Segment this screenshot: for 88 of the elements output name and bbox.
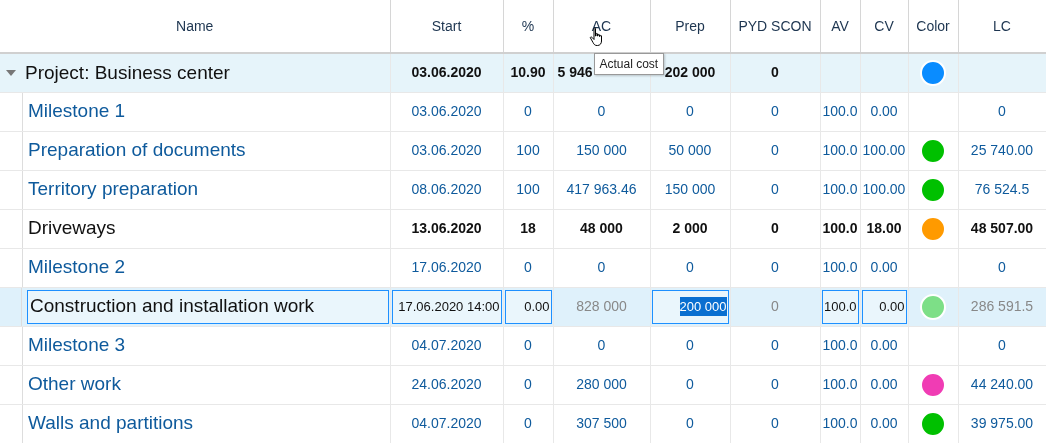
- cell-value: 0.00: [870, 103, 898, 119]
- cell-value: 0: [771, 298, 779, 314]
- cell-value: 0: [686, 337, 694, 353]
- collapse-icon[interactable]: [6, 67, 16, 78]
- cell-value: 0: [771, 64, 779, 81]
- cell-value: 0: [524, 337, 532, 353]
- cell-value: 10.90: [510, 64, 546, 81]
- cell-value: 0: [771, 259, 779, 275]
- cell-value: 0: [524, 376, 532, 392]
- input-field[interactable]: 0.00: [861, 289, 907, 324]
- cell-value: 0.00: [870, 415, 898, 431]
- cell-value: 0: [524, 103, 532, 119]
- cell-value: 100: [516, 181, 540, 197]
- cell-value: 0.00: [870, 376, 898, 392]
- cell-value: 0: [597, 103, 606, 119]
- cell-value: 0: [597, 337, 606, 353]
- task-link[interactable]: Milestone 1: [28, 97, 126, 126]
- task-link[interactable]: Milestone 2: [28, 253, 126, 282]
- cell-value: 0: [524, 259, 532, 275]
- cell-value: 100.0: [822, 103, 858, 119]
- cell-value: 03.06.2020: [411, 103, 482, 119]
- cell-value: 0: [771, 103, 779, 119]
- cell-value: 0: [597, 259, 606, 275]
- task-link[interactable]: Preparation of documents: [28, 136, 246, 165]
- cell-value: 100.0: [822, 220, 858, 236]
- cell-value: 828 000: [576, 298, 627, 314]
- cell-value: 0: [686, 259, 694, 275]
- cell-value: 0: [771, 376, 779, 392]
- cell-value: 0: [686, 376, 694, 392]
- cell-value: 202 000: [664, 64, 716, 81]
- cell-value: 50 000: [668, 142, 712, 158]
- cell-value: 0: [686, 415, 694, 431]
- cell-value: 100.0: [822, 337, 858, 353]
- cell-value: 100.0: [822, 181, 858, 197]
- cell-value: 286 591.5: [970, 298, 1034, 314]
- input-field[interactable]: 0.00: [504, 289, 552, 324]
- task-link[interactable]: Territory preparation: [28, 175, 199, 204]
- input-field[interactable]: Construction and installation work: [27, 289, 389, 324]
- cell-value: 08.06.2020: [411, 181, 482, 197]
- task-name: Driveways: [28, 216, 116, 241]
- cell-value: 03.06.2020: [411, 142, 482, 158]
- cell-value: 24.06.2020: [411, 376, 482, 392]
- cell-value: 0: [771, 337, 779, 353]
- cell-value: 44 240.00: [970, 376, 1034, 392]
- cell-value: 100.0: [822, 259, 858, 275]
- cell-value: 0: [771, 220, 779, 236]
- cell-value: 0: [998, 259, 1006, 275]
- cell-value: 0: [771, 181, 779, 197]
- cell-value: 39 975.00: [970, 415, 1034, 431]
- tooltip: Actual cost: [593, 53, 665, 75]
- cell-value: 0: [998, 337, 1006, 353]
- cell-value: 76 524.5: [974, 181, 1030, 197]
- cell-value: 25 740.00: [970, 142, 1034, 158]
- cell-value: 100.0: [822, 142, 858, 158]
- task-link[interactable]: Other work: [28, 370, 121, 399]
- cell-value: 150 000: [664, 181, 716, 197]
- cell-value: 150 000: [576, 142, 627, 158]
- task-name: Project: Business center: [25, 60, 230, 85]
- cell-value: 48 000: [580, 220, 623, 236]
- cell-value: 0: [771, 142, 779, 158]
- cell-value: 100.00: [862, 142, 906, 158]
- cell-value: 0: [524, 415, 532, 431]
- cell-value: 2 000: [672, 220, 708, 236]
- task-link[interactable]: Walls and partitions: [28, 409, 194, 438]
- cell-value: 100.00: [862, 181, 906, 197]
- cell-value: 0: [686, 103, 694, 119]
- cell-value: 100.0: [822, 376, 858, 392]
- cell-value: 13.06.2020: [411, 220, 482, 236]
- cell-value: 04.07.2020: [411, 415, 482, 431]
- cell-value: 18.00: [866, 220, 902, 236]
- task-link[interactable]: Milestone 3: [28, 331, 126, 360]
- cell-value: 417 963.46: [566, 181, 637, 197]
- cell-value: 100: [516, 142, 540, 158]
- cell-value: 307 500: [576, 415, 627, 431]
- cell-value: 48 507.00: [970, 220, 1034, 236]
- cell-value: 280 000: [576, 376, 627, 392]
- cell-value: 0: [998, 103, 1006, 119]
- cell-value: 0: [771, 415, 779, 431]
- input-field[interactable]: 200 000: [651, 289, 729, 324]
- cell-value: 04.07.2020: [411, 337, 482, 353]
- cell-value: 0.00: [870, 259, 898, 275]
- cell-value: 18: [520, 220, 536, 236]
- cell-value: 0.00: [870, 337, 898, 353]
- cell-value: 03.06.2020: [411, 64, 482, 81]
- cell-value: 100.0: [822, 415, 858, 431]
- cell-value: 17.06.2020: [411, 259, 482, 275]
- input-field[interactable]: 100.0: [821, 289, 859, 324]
- input-field[interactable]: 17.06.2020 14:00: [391, 289, 502, 324]
